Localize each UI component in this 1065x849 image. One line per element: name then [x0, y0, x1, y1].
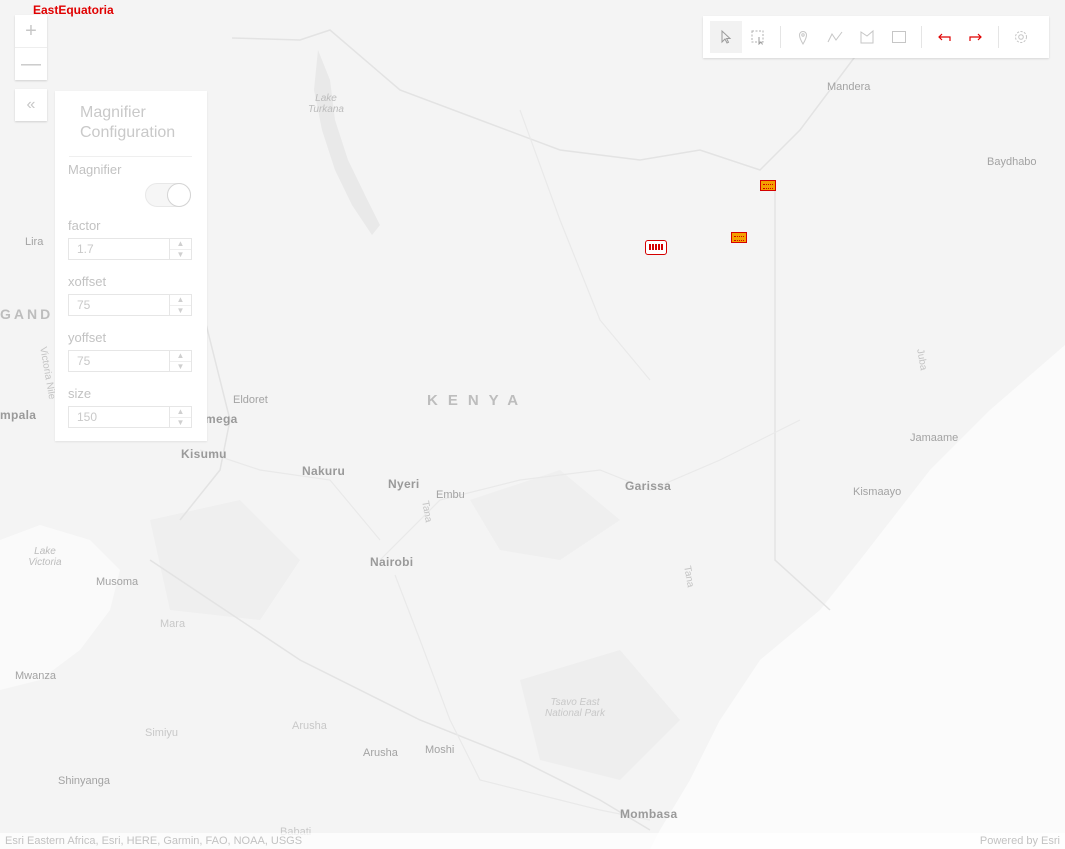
map-label: Mandera	[827, 81, 871, 93]
map-label: Arusha	[363, 747, 398, 759]
map-label: Mara	[160, 618, 186, 630]
map-label: mpala	[0, 408, 37, 422]
yoffset-input[interactable]	[69, 351, 169, 371]
map-label: Mwanza	[15, 670, 56, 682]
map-label: Lake Turkana	[308, 93, 344, 115]
powered-by-link[interactable]: Powered by Esri	[980, 835, 1060, 847]
toolbar-separator	[998, 26, 999, 48]
factor-field: ▲▼	[68, 238, 192, 260]
magnifier-config-panel: Magnifier Configuration Magnifier factor…	[55, 91, 207, 441]
polyline-tool-button[interactable]	[819, 21, 851, 53]
collapse-panel-button[interactable]: «	[15, 89, 47, 121]
map-label: Garissa	[625, 479, 672, 493]
zoom-control: + —	[15, 15, 47, 80]
map-feature-marker[interactable]	[760, 180, 776, 191]
factor-input[interactable]	[69, 239, 169, 259]
map-label: Baydhabo	[987, 156, 1037, 168]
zoom-in-button[interactable]: +	[15, 15, 47, 47]
map-feature-marker[interactable]	[731, 232, 747, 243]
map-label: Tsavo East National Park	[544, 697, 606, 719]
redo-button[interactable]	[960, 21, 992, 53]
decrement-button[interactable]: ▼	[170, 360, 191, 372]
toolbar-separator	[780, 26, 781, 48]
increment-button[interactable]: ▲	[170, 351, 191, 361]
xoffset-field: ▲▼	[68, 294, 192, 316]
decrement-button[interactable]: ▼	[170, 304, 191, 316]
map-label: Moshi	[425, 744, 455, 756]
map-label: Jamaame	[910, 432, 959, 444]
polygon-icon	[860, 29, 874, 44]
rectangle-tool-button[interactable]	[883, 21, 915, 53]
decrement-button[interactable]: ▼	[170, 416, 191, 428]
rectangle-icon	[892, 31, 906, 43]
map-label: KENYA	[427, 392, 529, 409]
map-label: Eldoret	[233, 394, 268, 406]
map-label: Embu	[436, 489, 465, 501]
panel-title: Magnifier Configuration	[80, 104, 176, 141]
settings-button[interactable]	[1005, 21, 1037, 53]
settings-icon	[1015, 31, 1027, 43]
point-tool-button[interactable]	[787, 21, 819, 53]
map-label: GAND	[0, 306, 54, 322]
factor-stepper: ▲ ▼	[169, 239, 191, 259]
increment-button[interactable]: ▲	[170, 407, 191, 417]
yoffset-field: ▲▼	[68, 350, 192, 372]
map-label: Simiyu	[145, 727, 179, 739]
yoffset-label: yoffset	[68, 330, 107, 345]
select-icon	[721, 29, 732, 44]
select-tool-button[interactable]	[710, 21, 742, 53]
point-icon	[798, 31, 808, 45]
magnifier-toggle[interactable]	[145, 183, 191, 207]
undo-button[interactable]	[928, 21, 960, 53]
map-label: Arusha	[292, 720, 327, 732]
sketch-toolbar	[703, 16, 1049, 58]
divider	[69, 156, 192, 157]
size-label: size	[68, 386, 92, 401]
redo-icon	[969, 33, 982, 41]
rectangle-select-icon	[751, 30, 764, 45]
map-label: Nairobi	[370, 555, 414, 569]
xoffset-label: xoffset	[68, 274, 107, 289]
map-label: Nakuru	[302, 464, 346, 478]
xoffset-input[interactable]	[69, 295, 169, 315]
size-input[interactable]	[69, 407, 169, 427]
map-label: mega	[205, 412, 238, 426]
toggle-knob	[167, 183, 191, 207]
map-label: Mombasa	[620, 807, 678, 821]
rectangle-select-tool-button[interactable]	[742, 21, 774, 53]
map-label: Lake Victoria	[28, 546, 62, 568]
xoffset-stepper: ▲ ▼	[169, 295, 191, 315]
magnifier-label: Magnifier	[68, 162, 122, 177]
map-label: Nyeri	[388, 477, 420, 491]
zoom-out-button[interactable]: —	[15, 47, 47, 80]
attribution-text[interactable]: Esri Eastern Africa, Esri, HERE, Garmin,…	[5, 835, 302, 847]
polyline-icon	[827, 31, 843, 43]
size-stepper: ▲ ▼	[169, 407, 191, 427]
map-label: Kisumu	[181, 447, 227, 461]
factor-label: factor	[68, 218, 101, 233]
undo-icon	[938, 33, 951, 41]
map-label: Kismaayo	[853, 486, 902, 498]
map-label: Lira	[25, 236, 44, 248]
polygon-tool-button[interactable]	[851, 21, 883, 53]
increment-button[interactable]: ▲	[170, 295, 191, 305]
toolbar-separator	[921, 26, 922, 48]
decrement-button[interactable]: ▼	[170, 248, 191, 260]
map-label: Musoma	[96, 576, 139, 588]
map-label: Shinyanga	[58, 775, 110, 787]
yoffset-stepper: ▲ ▼	[169, 351, 191, 371]
attribution-bar: Esri Eastern Africa, Esri, HERE, Garmin,…	[0, 833, 1065, 849]
map-feature-marker-selected[interactable]	[645, 240, 667, 255]
increment-button[interactable]: ▲	[170, 239, 191, 249]
size-field: ▲▼	[68, 406, 192, 428]
